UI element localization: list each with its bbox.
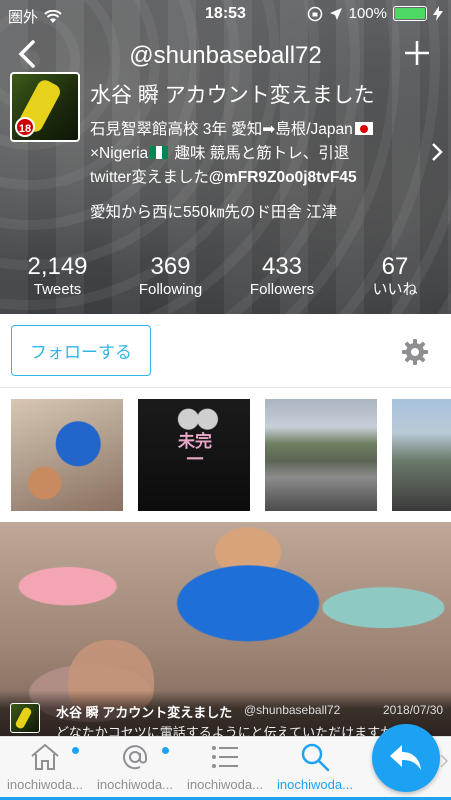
profile-stats: 2,149 Tweets 369 Following 433 Followers… [0, 254, 451, 302]
plus-icon [405, 41, 429, 65]
tab-lists[interactable]: inochiwoda... [180, 737, 270, 799]
profile-avatar[interactable]: 18 [10, 72, 80, 142]
rotation-lock-icon [307, 6, 322, 21]
battery-percent: 100% [348, 5, 387, 22]
stat-number: 2,149 [27, 253, 88, 280]
at-icon [123, 745, 147, 770]
charging-icon [433, 6, 443, 21]
stat-number: 369 [150, 253, 191, 280]
status-bar: 圏外 18:53 100% [0, 0, 451, 28]
search-icon [301, 743, 330, 772]
stat-tweets[interactable]: 2,149 Tweets [10, 254, 105, 300]
stat-followers[interactable]: 433 Followers [232, 254, 332, 300]
header-handle: @shunbaseball72 [129, 42, 322, 69]
bio-mention-link[interactable]: @mFR9Z0o0j8tvF45 [209, 169, 357, 186]
tweet-author-name: 水谷 瞬 アカウント変えました [56, 705, 233, 720]
gear-icon[interactable] [400, 337, 430, 367]
stat-likes[interactable]: 67 いいね [350, 254, 440, 300]
media-thumbnail[interactable]: 未完一 [138, 399, 250, 511]
location-arrow-icon [329, 7, 342, 20]
display-name: 水谷 瞬 アカウント変えました [90, 84, 375, 107]
unread-dot [162, 747, 169, 754]
follow-button[interactable]: フォローする [11, 325, 151, 376]
tweet-author-handle: @shunbaseball72 [244, 703, 341, 717]
profile-bio: 石見智翠館高校 3年 愛知➡島根/Japan ×Nigeria 趣味 競馬と筋ト… [90, 118, 430, 190]
home-icon [31, 743, 59, 770]
stat-following[interactable]: 369 Following [118, 254, 223, 300]
media-thumbnail[interactable] [265, 399, 377, 511]
bio-line-3a: twitter変えました [90, 169, 209, 186]
stat-number: 67 [381, 253, 409, 280]
stat-label: いいね [372, 281, 418, 298]
profile-location: 愛知から西に550㎞先のド田舎 江津 [90, 204, 338, 221]
nigeria-flag-icon [150, 146, 169, 159]
follow-bar: フォローする [0, 314, 451, 388]
add-to-list-button[interactable] [403, 36, 431, 74]
bio-line-1: 石見智翠館高校 3年 愛知➡島根/Japan [90, 121, 353, 138]
tab-label: inochiwoda... [7, 777, 83, 792]
japan-flag-icon [354, 122, 373, 135]
tab-label: inochiwoda... [97, 777, 173, 792]
chevron-right-icon[interactable] [431, 142, 443, 168]
stat-number: 433 [261, 253, 303, 280]
tab-label: inochiwoda... [277, 777, 353, 792]
tweet-date: 2018/07/30 [383, 703, 444, 717]
stat-label: Tweets [33, 281, 82, 298]
unread-dot [72, 747, 79, 754]
tab-label: inochiwoda... [187, 777, 263, 792]
media-thumbnail[interactable] [392, 399, 451, 511]
chevron-right-icon [440, 754, 449, 773]
avatar-badge: 18 [15, 117, 35, 137]
thumbnail-banner-text: 未完一 [178, 432, 212, 469]
media-strip: 未完一 [0, 397, 451, 513]
stat-label: Following [138, 281, 203, 298]
stat-label: Followers [249, 281, 315, 298]
battery-icon [393, 6, 427, 21]
reply-button[interactable] [372, 724, 440, 792]
bio-line-2b: 趣味 競馬と筋トレ、引退 [170, 145, 350, 162]
tweet-avatar[interactable] [10, 703, 40, 733]
list-icon [212, 746, 238, 768]
tab-search[interactable]: inochiwoda... [270, 737, 360, 799]
media-thumbnail[interactable] [11, 399, 123, 511]
bio-line-2a: ×Nigeria [90, 145, 149, 162]
reply-arrow-icon [390, 745, 421, 770]
